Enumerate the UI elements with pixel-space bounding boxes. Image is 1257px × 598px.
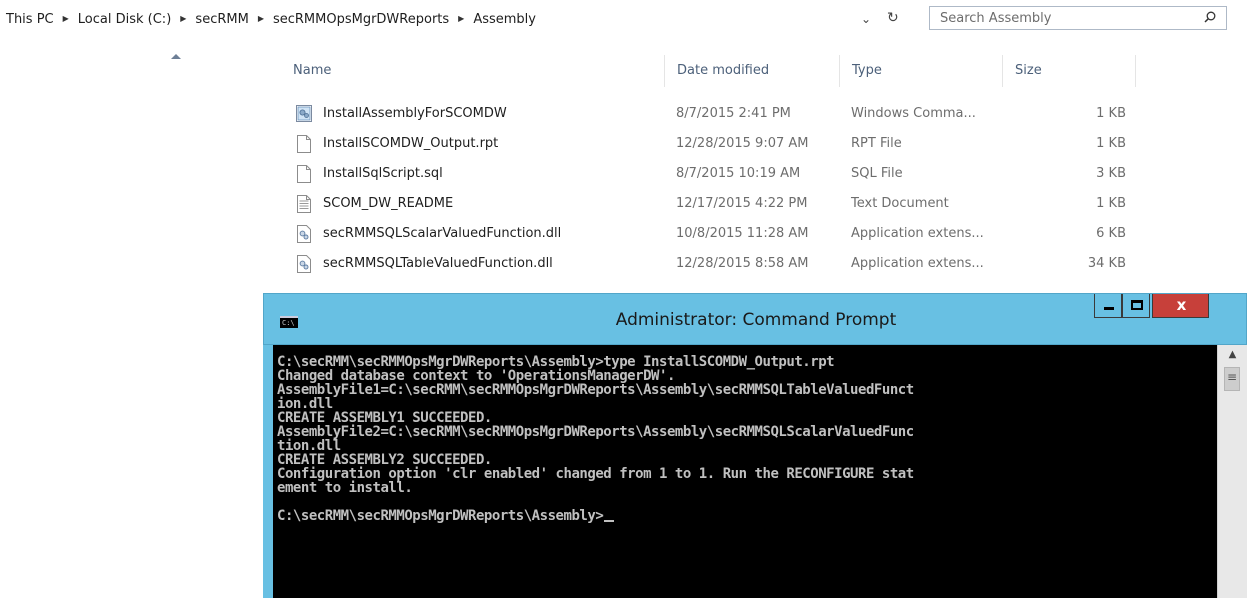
breadcrumb-separator-icon[interactable]: ▶	[180, 14, 186, 23]
console-line: CREATE ASSEMBLY2 SUCCEEDED.	[277, 452, 492, 468]
sort-ascending-icon	[171, 54, 181, 59]
search-box[interactable]: Search Assembly	[929, 6, 1227, 30]
file-size: 6 KB	[1096, 226, 1126, 241]
maximize-button[interactable]	[1122, 294, 1150, 318]
breadcrumb-secrmm[interactable]: secRMM	[195, 12, 248, 27]
history-dropdown-icon[interactable]: ⌄	[861, 12, 871, 26]
file-date-modified: 8/7/2015 10:19 AM	[676, 166, 801, 181]
column-header-size[interactable]: Size	[1003, 55, 1136, 87]
breadcrumb: This PC ▶ Local Disk (C:) ▶ secRMM ▶ sec…	[6, 12, 536, 27]
file-row[interactable]: InstallSqlScript.sql 8/7/2015 10:19 AM S…	[290, 160, 1140, 188]
file-type: RPT File	[851, 136, 902, 151]
file-name[interactable]: secRMMSQLScalarValuedFunction.dll	[323, 226, 561, 241]
dll-file-icon	[297, 255, 311, 273]
console-line: C:\secRMM\secRMMOpsMgrDWReports\Assembly…	[277, 354, 835, 370]
search-icon[interactable]	[1204, 11, 1216, 23]
vertical-scrollbar[interactable]: ▲ ≡	[1217, 345, 1247, 598]
console-line: ion.dll	[277, 396, 333, 412]
console-line: Configuration option 'clr enabled' chang…	[277, 466, 914, 482]
search-input[interactable]: Search Assembly	[940, 11, 1051, 26]
maximize-icon	[1131, 300, 1143, 310]
file-name[interactable]: InstallAssemblyForSCOMDW	[323, 106, 507, 121]
blank-file-icon	[297, 165, 311, 183]
console-prompt: C:\secRMM\secRMMOpsMgrDWReports\Assembly…	[277, 508, 604, 524]
file-row[interactable]: SCOM_DW_README 12/17/2015 4:22 PM Text D…	[290, 190, 1140, 218]
file-name[interactable]: secRMMSQLTableValuedFunction.dll	[323, 256, 553, 271]
file-size: 3 KB	[1096, 166, 1126, 181]
batch-file-icon	[296, 105, 312, 122]
address-bar: This PC ▶ Local Disk (C:) ▶ secRMM ▶ sec…	[0, 0, 1257, 40]
console-line: AssemblyFile2=C:\secRMM\secRMMOpsMgrDWRe…	[277, 424, 914, 440]
column-header-name[interactable]: Name	[281, 55, 665, 87]
file-date-modified: 8/7/2015 2:41 PM	[676, 106, 791, 121]
column-header-date-modified[interactable]: Date modified	[665, 55, 840, 87]
file-row[interactable]: InstallAssemblyForSCOMDW 8/7/2015 2:41 P…	[290, 100, 1140, 128]
dll-file-icon	[297, 225, 311, 243]
text-file-icon	[297, 195, 311, 213]
console-line: tion.dll	[277, 438, 341, 454]
file-name[interactable]: SCOM_DW_README	[323, 196, 453, 211]
file-size: 1 KB	[1096, 196, 1126, 211]
scrollbar-thumb[interactable]: ≡	[1224, 367, 1240, 391]
command-prompt-window[interactable]: C:\ Administrator: Command Prompt x C:\s…	[263, 293, 1247, 598]
scroll-up-icon[interactable]: ▲	[1218, 349, 1247, 360]
grip-icon: ≡	[1227, 370, 1238, 384]
console-line: Changed database context to 'OperationsM…	[277, 368, 675, 384]
breadcrumb-separator-icon[interactable]: ▶	[458, 14, 464, 23]
close-icon: x	[1176, 296, 1187, 314]
breadcrumb-opsmgr-dw-reports[interactable]: secRMMOpsMgrDWReports	[273, 12, 449, 27]
title-bar[interactable]: C:\ Administrator: Command Prompt x	[263, 293, 1247, 345]
console-prompt-line: C:\secRMM\secRMMOpsMgrDWReports\Assembly…	[277, 508, 615, 524]
file-name[interactable]: InstallSCOMDW_Output.rpt	[323, 136, 498, 151]
file-name[interactable]: InstallSqlScript.sql	[323, 166, 443, 181]
file-date-modified: 10/8/2015 11:28 AM	[676, 226, 809, 241]
file-type: Application extens...	[851, 256, 984, 271]
window-border	[263, 345, 273, 598]
file-row[interactable]: secRMMSQLScalarValuedFunction.dll 10/8/2…	[290, 220, 1140, 248]
blank-file-icon	[297, 135, 311, 153]
minimize-button[interactable]	[1094, 294, 1122, 318]
file-date-modified: 12/17/2015 4:22 PM	[676, 196, 808, 211]
console-output[interactable]: C:\secRMM\secRMMOpsMgrDWReports\Assembly…	[273, 345, 1217, 598]
breadcrumb-separator-icon[interactable]: ▶	[258, 14, 264, 23]
close-button[interactable]: x	[1152, 294, 1209, 318]
breadcrumb-separator-icon[interactable]: ▶	[63, 14, 69, 23]
breadcrumb-this-pc[interactable]: This PC	[6, 12, 54, 27]
breadcrumb-local-disk[interactable]: Local Disk (C:)	[78, 12, 171, 27]
breadcrumb-assembly[interactable]: Assembly	[473, 12, 536, 27]
file-size: 34 KB	[1087, 256, 1126, 271]
file-date-modified: 12/28/2015 8:58 AM	[676, 256, 809, 271]
text-cursor	[604, 520, 615, 522]
minimize-icon	[1104, 307, 1114, 310]
file-row[interactable]: InstallSCOMDW_Output.rpt 12/28/2015 9:07…	[290, 130, 1140, 158]
file-size: 1 KB	[1096, 136, 1126, 151]
column-header-type[interactable]: Type	[840, 55, 1003, 87]
file-type: SQL File	[851, 166, 903, 181]
file-type: Windows Comma...	[851, 106, 976, 121]
file-type: Text Document	[851, 196, 949, 211]
refresh-icon[interactable]: ↻	[887, 10, 899, 26]
file-type: Application extens...	[851, 226, 984, 241]
console-line: CREATE ASSEMBLY1 SUCCEEDED.	[277, 410, 492, 426]
file-size: 1 KB	[1096, 106, 1126, 121]
console-line: AssemblyFile1=C:\secRMM\secRMMOpsMgrDWRe…	[277, 382, 914, 398]
console-line: ement to install.	[277, 480, 413, 496]
file-date-modified: 12/28/2015 9:07 AM	[676, 136, 809, 151]
file-row[interactable]: secRMMSQLTableValuedFunction.dll 12/28/2…	[290, 250, 1140, 278]
